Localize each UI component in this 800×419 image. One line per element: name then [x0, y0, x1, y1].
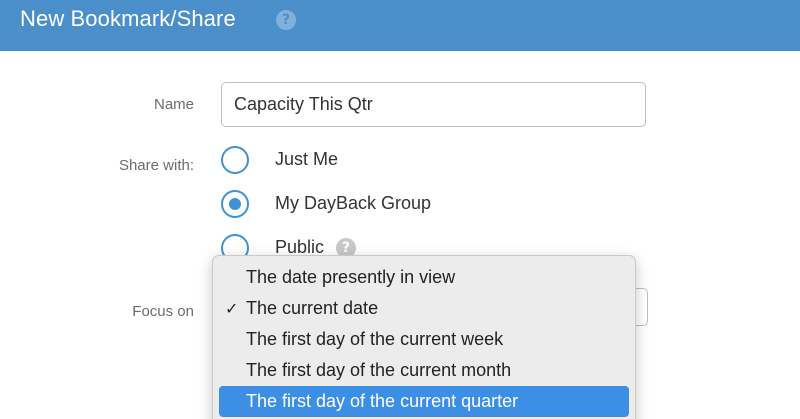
dropdown-option-current-date[interactable]: ✓ The current date: [219, 293, 629, 324]
share-option-just-me[interactable]: Just Me: [221, 146, 521, 178]
share-with-label: Share with:: [118, 157, 194, 174]
dropdown-option-first-day-month[interactable]: The first day of the current month: [219, 355, 629, 386]
name-input[interactable]: [221, 82, 646, 127]
option-label: The first day of the current week: [246, 329, 504, 349]
help-icon[interactable]: ?: [276, 10, 296, 30]
radio-label: Just Me: [275, 149, 339, 169]
focus-dropdown-menu: The date presently in view ✓ The current…: [212, 255, 636, 419]
dropdown-option-date-in-view[interactable]: The date presently in view: [219, 262, 629, 293]
radio-just-me[interactable]: [221, 146, 249, 174]
option-label: The first day of the current month: [246, 360, 512, 380]
option-label: The current date: [246, 298, 379, 318]
option-label: The date presently in view: [246, 267, 456, 287]
dropdown-option-first-day-week[interactable]: The first day of the current week: [219, 324, 629, 355]
radio-label: My DayBack Group: [275, 193, 432, 213]
option-label: The first day of the current quarter: [246, 391, 519, 411]
dialog-header: New Bookmark/Share ?: [0, 0, 800, 51]
dropdown-option-first-day-quarter[interactable]: The first day of the current quarter: [219, 386, 629, 417]
dialog-title: New Bookmark/Share: [20, 6, 236, 31]
radio-selected-dot: [229, 198, 241, 210]
share-option-my-dayback-group[interactable]: My DayBack Group: [221, 190, 521, 222]
radio-my-dayback-group[interactable]: [221, 190, 249, 218]
name-label: Name: [153, 96, 194, 113]
checkmark-icon: ✓: [225, 299, 239, 318]
focus-on-label: Focus on: [132, 303, 194, 320]
bookmark-dialog: New Bookmark/Share ? Name Share with: Ju…: [0, 0, 800, 419]
